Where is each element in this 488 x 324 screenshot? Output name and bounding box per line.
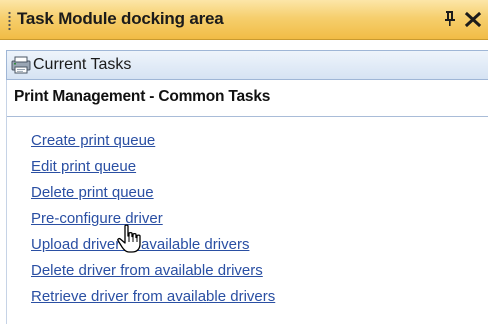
task-item: Pre-configure driver (31, 209, 275, 235)
edit-print-queue-link[interactable]: Edit print queue (31, 158, 136, 175)
task-item: Create print queue (31, 131, 275, 157)
task-item: Delete driver from available drivers (31, 261, 275, 287)
current-tasks-title: Current Tasks (33, 56, 132, 73)
common-tasks-list: Create print queue Edit print queue Dele… (31, 131, 275, 313)
panel-left-border (6, 80, 7, 324)
current-tasks-header[interactable]: Current Tasks (6, 50, 488, 80)
printer-icon (11, 56, 31, 74)
docking-area-titlebar[interactable]: Task Module docking area (0, 0, 488, 40)
delete-driver-link[interactable]: Delete driver from available drivers (31, 262, 263, 279)
retrieve-driver-link[interactable]: Retrieve driver from available drivers (31, 288, 275, 305)
task-item: Edit print queue (31, 157, 275, 183)
pin-icon[interactable] (442, 8, 458, 28)
task-item: Upload driver to available drivers (31, 235, 275, 261)
task-module-window: Task Module docking area Current Tasks P… (0, 0, 488, 324)
section-divider (6, 116, 488, 117)
delete-print-queue-link[interactable]: Delete print queue (31, 184, 154, 201)
close-icon[interactable] (464, 9, 482, 29)
task-item: Delete print queue (31, 183, 275, 209)
task-item: Retrieve driver from available drivers (31, 287, 275, 313)
create-print-queue-link[interactable]: Create print queue (31, 132, 155, 149)
drag-grip-icon[interactable] (8, 11, 11, 31)
hand-pointer-cursor-icon (117, 224, 141, 253)
docking-area-title: Task Module docking area (17, 9, 224, 28)
section-title: Print Management - Common Tasks (14, 88, 271, 105)
